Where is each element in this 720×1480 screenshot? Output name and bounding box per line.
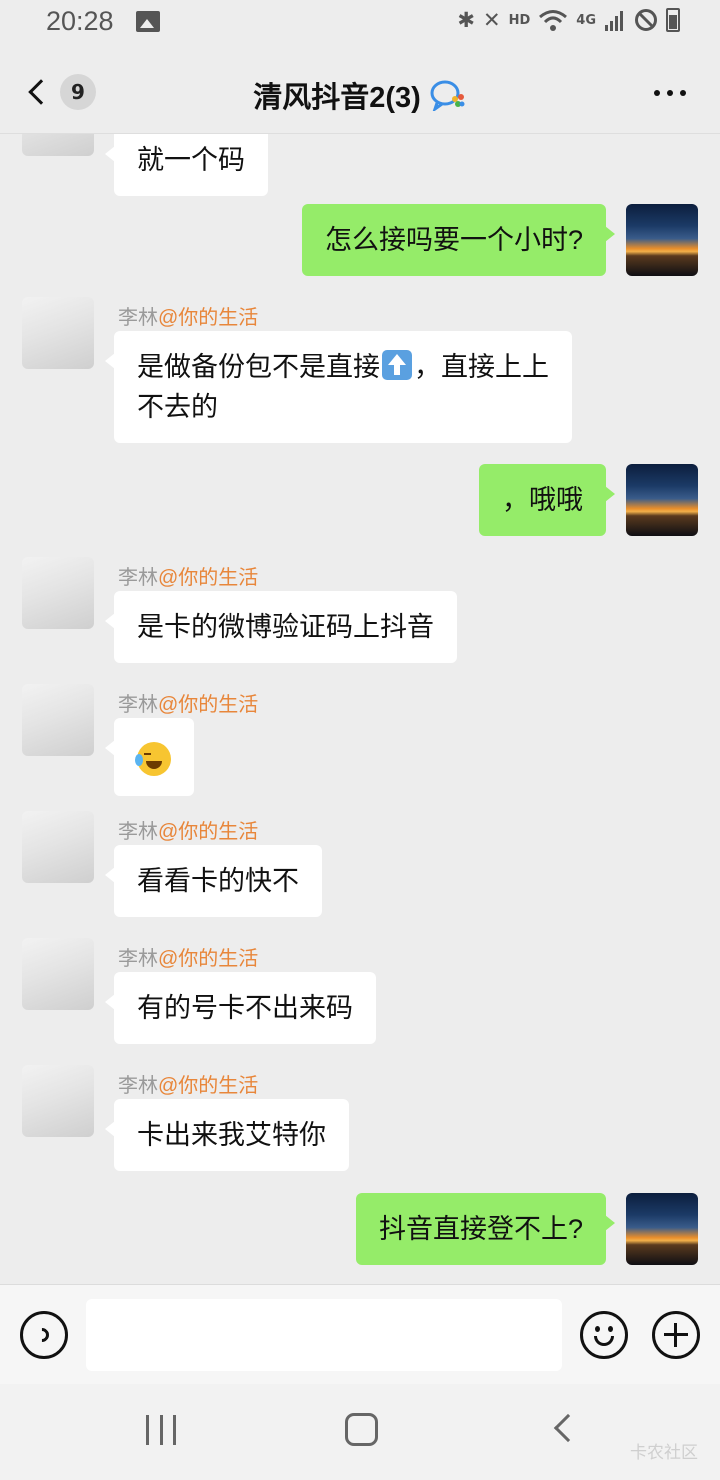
sender-name: 李林@你的生活 <box>118 948 259 970</box>
message-bubble[interactable]: 抖音直接登不上? <box>355 1193 616 1265</box>
home-button[interactable] <box>345 1413 378 1446</box>
avatar[interactable] <box>22 134 94 156</box>
facepalm-laugh-emoji <box>135 741 171 776</box>
voice-icon <box>32 1325 52 1345</box>
network-label: 4G <box>576 12 596 28</box>
message-list[interactable]: 就一个码 怎么接吗要一个小时? 李林@你的生活 是做备份包不是直接 ，直接上上 不… <box>0 134 720 1284</box>
sender-name: 李林@你的生活 <box>118 694 259 716</box>
emoji-button[interactable] <box>580 1311 628 1359</box>
more-dot <box>680 90 686 96</box>
signal-icon <box>605 11 623 31</box>
avatar[interactable] <box>626 1193 698 1265</box>
avatar[interactable] <box>22 297 94 369</box>
avatar[interactable] <box>22 1065 94 1137</box>
message-input[interactable] <box>86 1299 562 1371</box>
message-bubble[interactable]: 怎么接吗要一个小时? <box>301 204 616 276</box>
message-bubble[interactable]: 就一个码 <box>105 134 268 196</box>
image-icon <box>136 11 160 32</box>
system-nav-bar: 卡农社区 <box>0 1384 720 1480</box>
watermark: 卡农社区 <box>630 1443 698 1462</box>
avatar[interactable] <box>22 557 94 629</box>
message-bubble[interactable]: ，哦哦 <box>479 464 615 536</box>
more-button[interactable] <box>654 78 686 108</box>
input-bar <box>0 1284 720 1384</box>
system-back-button[interactable] <box>553 1413 583 1443</box>
hd-label: HD <box>508 12 531 28</box>
message-bubble[interactable]: 卡出来我艾特你 <box>105 1099 349 1171</box>
voice-button[interactable] <box>20 1311 68 1359</box>
chat-title-wrap: 清风抖音2(3) <box>0 74 720 116</box>
sender-name: 李林@你的生活 <box>118 821 259 843</box>
up-arrow-emoji <box>382 350 412 380</box>
message-bubble[interactable]: 是做备份包不是直接 ，直接上上 不去的 <box>105 331 572 443</box>
chat-title: 清风抖音2(3) <box>253 82 421 114</box>
avatar[interactable] <box>22 811 94 883</box>
message-bubble[interactable]: 是卡的微博验证码上抖音 <box>105 591 457 663</box>
recents-button[interactable] <box>146 1415 176 1445</box>
message-bubble[interactable]: 有的号卡不出来码 <box>105 972 376 1044</box>
avatar[interactable] <box>626 464 698 536</box>
sender-name: 李林@你的生活 <box>118 307 259 329</box>
wecom-icon <box>430 80 465 111</box>
wifi-icon <box>539 10 568 31</box>
sender-name: 李林@你的生活 <box>118 1075 259 1097</box>
bluetooth-icon: ✱ <box>457 8 475 32</box>
smiley-icon <box>595 1326 613 1332</box>
status-time: 20:28 <box>46 6 114 36</box>
more-actions-button[interactable] <box>652 1311 700 1359</box>
block-icon <box>635 9 657 31</box>
message-bubble[interactable]: 看看卡的快不 <box>105 845 322 917</box>
status-bar: 20:28 ✱ ✕ HD 4G <box>0 0 720 46</box>
avatar[interactable] <box>22 684 94 756</box>
avatar[interactable] <box>626 204 698 276</box>
mute-icon: ✕ <box>483 8 501 32</box>
battery-icon <box>666 8 680 32</box>
chat-header: 9 清风抖音2(3) <box>0 46 720 134</box>
sender-name: 李林@你的生活 <box>118 567 259 589</box>
more-dot <box>667 90 673 96</box>
message-bubble[interactable] <box>105 718 194 796</box>
avatar[interactable] <box>22 938 94 1010</box>
status-icons: ✱ ✕ HD 4G <box>457 8 680 32</box>
more-dot <box>654 90 660 96</box>
